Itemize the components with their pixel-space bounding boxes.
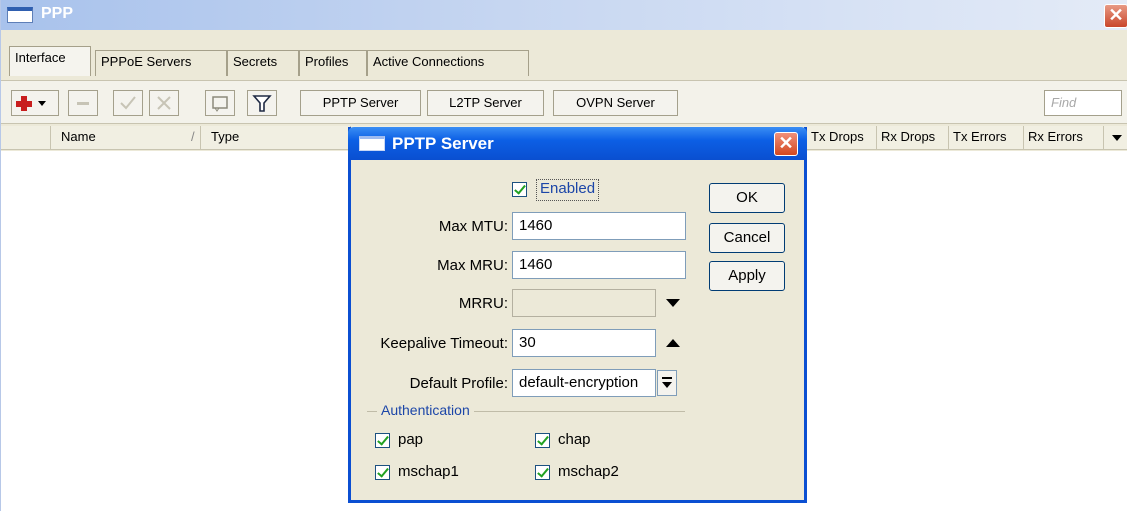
expand-down-icon[interactable] bbox=[664, 295, 682, 311]
remove-button[interactable] bbox=[68, 90, 98, 116]
tab-interface[interactable]: Interface bbox=[9, 46, 91, 76]
keepalive-timeout-input[interactable]: 30 bbox=[512, 329, 656, 357]
max-mru-label: Max MRU: bbox=[437, 257, 508, 274]
apply-button[interactable]: Apply bbox=[709, 261, 785, 291]
tab-pppoe-servers[interactable]: PPPoE Servers bbox=[95, 50, 227, 76]
default-profile-label: Default Profile: bbox=[409, 375, 508, 392]
enable-icon bbox=[120, 96, 136, 110]
add-button[interactable] bbox=[11, 90, 59, 116]
close-icon[interactable]: ✕ bbox=[1104, 4, 1127, 28]
ppp-window-title: PPP bbox=[41, 5, 74, 22]
column-tx-errors[interactable]: Tx Errors bbox=[949, 126, 1024, 150]
mschap2-label: mschap2 bbox=[558, 463, 619, 480]
window-icon bbox=[7, 7, 33, 23]
ovpn-server-button[interactable]: OVPN Server bbox=[553, 90, 678, 116]
collapse-up-icon[interactable] bbox=[664, 335, 682, 351]
chevron-down-icon bbox=[1112, 135, 1122, 141]
max-mru-input[interactable]: 1460 bbox=[512, 251, 686, 279]
mschap2-checkbox[interactable] bbox=[535, 465, 550, 480]
pap-label: pap bbox=[398, 431, 424, 448]
column-tx-drops[interactable]: Tx Drops bbox=[807, 126, 877, 150]
enabled-checkbox[interactable] bbox=[512, 182, 527, 197]
column-rx-drops[interactable]: Rx Drops bbox=[877, 126, 949, 150]
ppp-title-bar[interactable]: PPP bbox=[1, 0, 1127, 30]
max-mtu-input[interactable]: 1460 bbox=[512, 212, 686, 240]
toolbar: PPTP Server L2TP Server OVPN Server Find bbox=[1, 80, 1127, 124]
dropdown-arrow-icon bbox=[662, 377, 672, 388]
filter-icon bbox=[252, 95, 272, 112]
mrru-label: MRRU: bbox=[458, 295, 508, 312]
max-mtu-label: Max MTU: bbox=[438, 218, 508, 235]
default-profile-select[interactable]: default-encryption bbox=[512, 369, 656, 397]
mschap1-checkbox[interactable] bbox=[375, 465, 390, 480]
disable-icon bbox=[157, 96, 171, 110]
column-name-label: Name bbox=[61, 129, 96, 144]
filter-button[interactable] bbox=[247, 90, 277, 116]
column-spacer bbox=[1, 126, 51, 150]
mschap1-label: mschap1 bbox=[398, 463, 459, 480]
mrru-input[interactable] bbox=[512, 289, 656, 317]
sort-icon: / bbox=[191, 129, 195, 144]
comment-icon bbox=[212, 96, 228, 112]
column-menu-button[interactable] bbox=[1104, 126, 1127, 150]
keepalive-timeout-label: Keepalive Timeout: bbox=[380, 335, 508, 352]
authentication-group-title: Authentication bbox=[377, 402, 474, 418]
column-type[interactable]: Type bbox=[201, 126, 351, 150]
default-profile-dropdown-button[interactable] bbox=[657, 370, 677, 396]
comment-button[interactable] bbox=[205, 90, 235, 116]
tab-secrets[interactable]: Secrets bbox=[227, 50, 299, 76]
dialog-title-bar[interactable]: PPTP Server ✕ bbox=[348, 127, 807, 160]
chap-checkbox[interactable] bbox=[535, 433, 550, 448]
pptp-server-button[interactable]: PPTP Server bbox=[300, 90, 421, 116]
ok-button[interactable]: OK bbox=[709, 183, 785, 213]
tab-profiles[interactable]: Profiles bbox=[299, 50, 367, 76]
cancel-button[interactable]: Cancel bbox=[709, 223, 785, 253]
enabled-label[interactable]: Enabled bbox=[536, 179, 600, 201]
dialog-title: PPTP Server bbox=[392, 134, 494, 153]
l2tp-server-button[interactable]: L2TP Server bbox=[427, 90, 544, 116]
pptp-server-dialog: PPTP Server ✕ Enabled Max MTU: 1460 Max … bbox=[348, 127, 807, 503]
remove-icon bbox=[77, 102, 89, 105]
column-name[interactable]: Name / bbox=[51, 126, 201, 150]
tab-active-connections[interactable]: Active Connections bbox=[367, 50, 529, 76]
enable-button[interactable] bbox=[113, 90, 143, 116]
column-rx-errors[interactable]: Rx Errors bbox=[1024, 126, 1104, 150]
disable-button[interactable] bbox=[149, 90, 179, 116]
chap-label: chap bbox=[558, 431, 591, 448]
dialog-window-icon bbox=[359, 136, 385, 151]
pap-checkbox[interactable] bbox=[375, 433, 390, 448]
dialog-close-icon[interactable]: ✕ bbox=[774, 132, 798, 156]
add-icon bbox=[16, 96, 46, 111]
find-input[interactable]: Find bbox=[1044, 90, 1122, 116]
